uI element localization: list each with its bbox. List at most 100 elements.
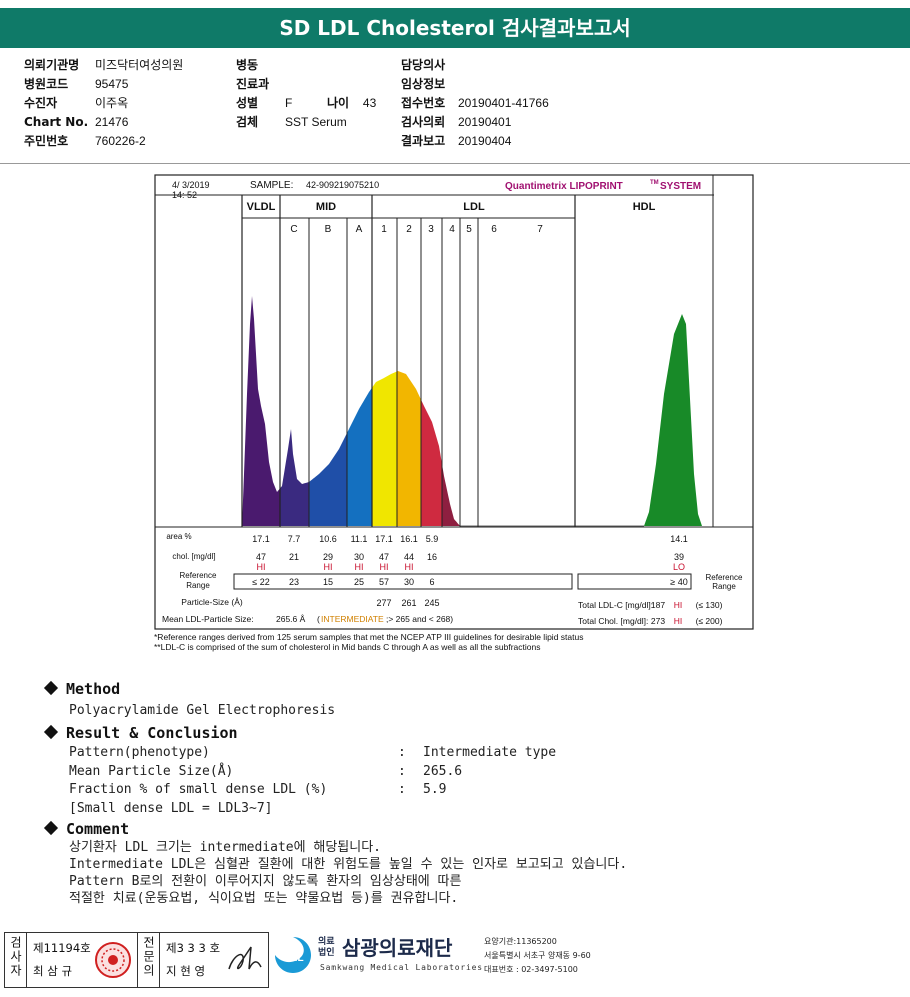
total-ldl-ref: (≤ 130) [696, 600, 723, 610]
band-a-area [347, 387, 372, 526]
band-label: 4 [449, 224, 455, 235]
band-3-area [421, 399, 442, 526]
header-value: 760226-2 [95, 134, 146, 148]
header-label: 접수번호 [401, 96, 446, 110]
system-tm: TM [650, 180, 659, 186]
header-value: 20190401 [458, 115, 512, 129]
header-row: 의뢰기관명 미즈닥터여성의원 [24, 56, 183, 75]
band-1-area [372, 371, 397, 526]
particle-value: 261 [401, 598, 416, 608]
header-label: 결과보고 [401, 134, 446, 148]
header-label: 의뢰기관명 [24, 58, 80, 72]
chol-value: 39 [674, 552, 684, 562]
chol-value: 16 [427, 552, 437, 562]
red-seal-icon [95, 942, 131, 978]
comment-heading: Comment [43, 820, 129, 838]
org-kind-top: 의료 [318, 937, 335, 947]
band-label: 3 [428, 224, 434, 235]
header-value: F [285, 96, 293, 110]
particle-value: 277 [376, 598, 391, 608]
header-row: 담당의사 [401, 56, 549, 75]
result-label: Pattern(phenotype) [69, 745, 210, 760]
chol-value: 47 [379, 552, 389, 562]
total-ldl-label: Total LDL-C [mg/dl]: [578, 600, 653, 610]
chol-value: 44 [404, 552, 414, 562]
flag-value: LO [673, 562, 685, 572]
chol-value: 29 [323, 552, 333, 562]
sml-logo-icon: SML [275, 937, 311, 973]
chol-value: 21 [289, 552, 299, 562]
area-value: 17.1 [252, 534, 270, 544]
area-value: 7.7 [288, 534, 301, 544]
flag-value: HI [257, 562, 266, 572]
technician-license: 제11194호 [33, 941, 91, 955]
flag-value: HI [380, 562, 389, 572]
sample-id: 42-909219075210 [306, 180, 379, 190]
diamond-bullet-icon [43, 724, 59, 740]
band-label: A [356, 224, 363, 235]
result-note: [Small dense LDL = LDL3~7] [69, 801, 273, 816]
result-heading: Result & Conclusion [43, 724, 238, 742]
header-row: 병동 [236, 56, 347, 75]
technician-label: 검사자 [5, 933, 27, 987]
total-ldl-value: 187 [651, 600, 665, 610]
comment-line: Intermediate LDL은 심혈관 질환에 대한 위험도를 높일 수 있… [69, 857, 628, 872]
area-value: 14.1 [670, 534, 688, 544]
band-label: 2 [406, 224, 412, 235]
ref-value: 15 [323, 577, 333, 587]
particle-label: Particle-Size (Å) [181, 597, 243, 607]
chol-label: chol. [mg/dl] [172, 552, 215, 561]
header-label: Chart No. [24, 115, 89, 129]
result-value: 5.9 [423, 782, 447, 797]
header-divider [0, 163, 910, 164]
ref-value: ≤ 22 [252, 577, 269, 587]
datetime: 4/ 3/2019 [172, 180, 210, 190]
band-c-area [280, 429, 309, 526]
chol-value: 30 [354, 552, 364, 562]
ref-label: Reference [180, 571, 217, 580]
header-label: 성별 [236, 96, 259, 110]
electrophoresis-profile [242, 296, 702, 527]
ref-label-right: Range [712, 582, 736, 591]
area-value: 5.9 [426, 534, 439, 544]
org-address: 서울특별시 서초구 양재동 9-60 [484, 951, 591, 960]
band-label: C [290, 224, 297, 235]
header-label: 임상정보 [401, 77, 446, 91]
header-row: 결과보고 20190404 [401, 132, 549, 151]
header-row: 검체 SST Serum [236, 113, 347, 132]
header-value: SST Serum [285, 115, 347, 129]
header-row: 수진자 이주옥 [24, 94, 183, 113]
area-value: 17.1 [375, 534, 393, 544]
report-title: SD LDL Cholesterol 검사결과보고서 [0, 8, 910, 48]
svg-text:(: ( [317, 614, 320, 624]
total-chol-value: 273 [651, 616, 665, 626]
header-row: 검사의뢰 20190401 [401, 113, 549, 132]
ref-value: 25 [354, 577, 364, 587]
ref-value: ≥ 40 [670, 577, 687, 587]
chol-value: 47 [256, 552, 266, 562]
group-label: MID [316, 201, 336, 213]
header-label: 담당의사 [401, 58, 446, 72]
header-label: 병원코드 [24, 77, 69, 91]
system-name: Quantimetrix LIPOPRINT [505, 181, 623, 192]
result-colon: : [398, 763, 406, 779]
header-row: 접수번호 20190401-41766 [401, 94, 549, 113]
ref-value: 6 [429, 577, 434, 587]
header-label: 진료과 [236, 77, 270, 91]
band-label: 1 [381, 224, 387, 235]
ref-value: 57 [379, 577, 389, 587]
age-row: 나이 43 [327, 94, 376, 113]
header-row: 병원코드 95475 [24, 75, 183, 94]
area-value: 10.6 [319, 534, 337, 544]
band-b-area [309, 433, 347, 526]
specialist-name: 지 현 영 [166, 964, 206, 978]
technician-name: 최 삼 규 [33, 964, 73, 978]
particle-value: 245 [424, 598, 439, 608]
ref-label: Range [186, 581, 210, 590]
header-row: 주민번호 760226-2 [24, 132, 183, 151]
flag-value: HI [324, 562, 333, 572]
band-2-area [397, 371, 421, 526]
ref-label-right: Reference [706, 573, 743, 582]
footnote-ldl: **LDL-C is comprised of the sum of chole… [154, 642, 541, 652]
org-phone: 대표번호 : 02-3497-5100 [484, 965, 578, 974]
